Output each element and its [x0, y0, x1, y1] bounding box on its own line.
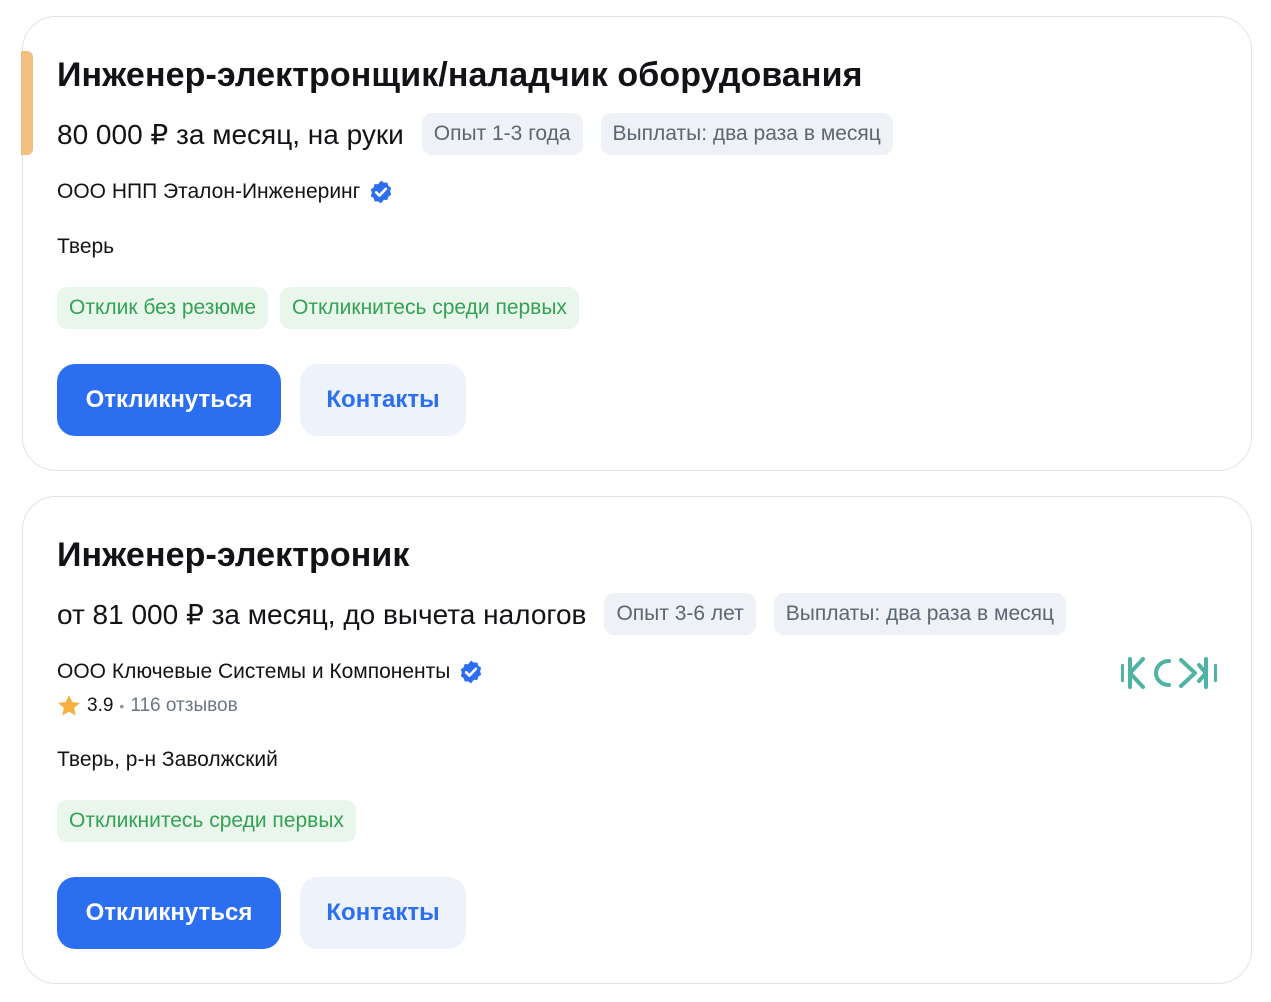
contacts-button[interactable]: Контакты [300, 877, 466, 949]
vacancy-card[interactable]: Инженер-электроник от 81 000 ₽ за месяц,… [22, 496, 1252, 984]
vacancy-list: Инженер-электронщик/наладчик оборудовани… [0, 0, 1271, 1002]
separator-dot: • [119, 698, 125, 714]
payouts-chip: Выплаты: два раза в месяц [600, 113, 893, 155]
vacancy-tags: Отклик без резюме Откликнитесь среди пер… [57, 287, 579, 329]
salary: 80 000 ₽ за месяц, на руки [57, 118, 404, 150]
experience-chip: Опыт 3-6 лет [604, 593, 756, 635]
salary-row: 80 000 ₽ за месяц, на руки Опыт 1-3 года… [57, 113, 893, 155]
tag-be-first: Откликнитесь среди первых [57, 800, 356, 842]
vacancy-card[interactable]: Инженер-электронщик/наладчик оборудовани… [21, 16, 1252, 471]
salary-row: от 81 000 ₽ за месяц, до вычета налогов … [57, 593, 1067, 635]
vacancy-tags: Откликнитесь среди первых [57, 800, 356, 842]
vacancy-title[interactable]: Инженер-электронщик/наладчик оборудовани… [57, 56, 863, 95]
reviews-count[interactable]: 116 отзывов [130, 695, 237, 717]
card-actions: Откликнуться Контакты [57, 877, 466, 949]
card-actions: Откликнуться Контакты [57, 364, 466, 436]
payouts-chip: Выплаты: два раза в месяц [773, 593, 1067, 635]
vacancy-city: Тверь [57, 235, 115, 258]
company-name[interactable]: ООО НПП Эталон-Инженеринг [57, 180, 360, 204]
salary: от 81 000 ₽ за месяц, до вычета налогов [57, 598, 587, 630]
company-logo[interactable] [1119, 655, 1219, 691]
company-name[interactable]: ООО Ключевые Системы и Компоненты [57, 660, 450, 684]
company-rating[interactable]: 3.9 • 116 отзывов [57, 694, 238, 718]
experience-chip: Опыт 1-3 года [421, 113, 583, 155]
apply-button[interactable]: Откликнуться [57, 877, 281, 949]
vacancy-title[interactable]: Инженер-электроник [57, 536, 410, 575]
tag-be-first: Откликнитесь среди первых [280, 287, 579, 329]
star-icon [58, 695, 80, 716]
tag-no-resume: Отклик без резюме [57, 287, 269, 329]
vacancy-city: Тверь, р-н Заволжский [57, 748, 278, 771]
apply-button[interactable]: Откликнуться [57, 364, 281, 436]
company-row: ООО НПП Эталон-Инженеринг [57, 179, 394, 205]
rating-value: 3.9 [87, 695, 114, 716]
company-row: ООО Ключевые Системы и Компоненты [57, 659, 484, 685]
highlight-accent-strip [21, 51, 33, 155]
verified-badge-icon [461, 660, 482, 684]
verified-badge-icon [371, 180, 392, 204]
contacts-button[interactable]: Контакты [300, 364, 466, 436]
